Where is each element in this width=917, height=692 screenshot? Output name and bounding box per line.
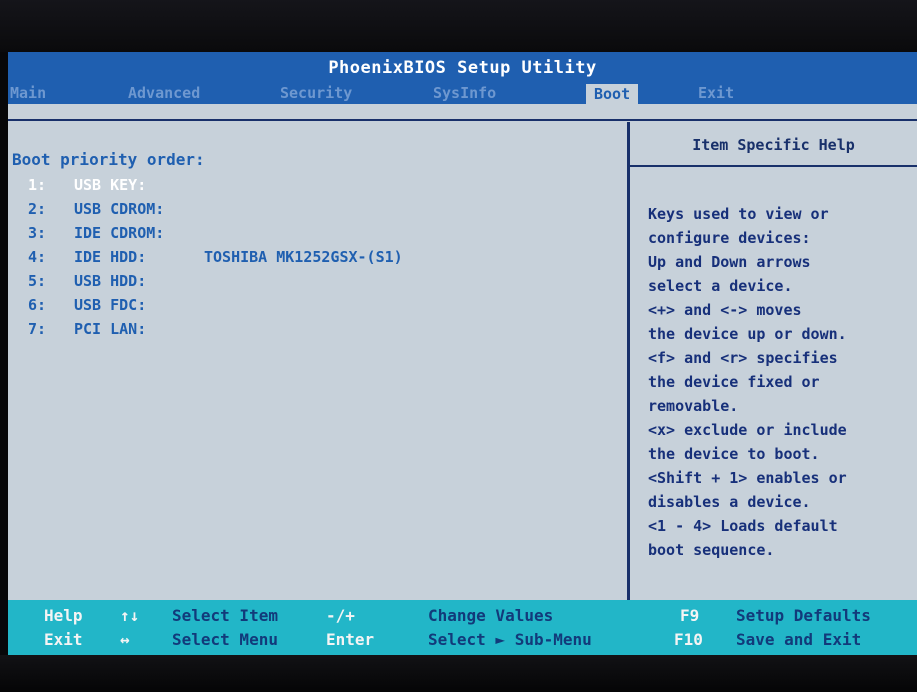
boot-item-pci-lan[interactable]: 7: PCI LAN: <box>28 320 204 344</box>
tab-security[interactable]: Security <box>280 84 352 102</box>
panel-divider <box>627 122 630 642</box>
minus-plus-key: -/+ <box>326 606 355 625</box>
up-down-arrows-icon: ↑↓ <box>120 606 140 625</box>
monitor-bezel-top <box>0 0 917 52</box>
boot-item-device: USB CDROM: <box>74 200 165 218</box>
boot-item-device: IDE HDD: <box>74 248 147 266</box>
boot-item-device: IDE CDROM: <box>74 224 165 242</box>
bios-screen: PhoenixBIOS Setup Utility Main Advanced … <box>8 52 917 655</box>
boot-item-ide-hdd[interactable]: 4: IDE HDD: TOSHIBA MK1252GSX-(S1) <box>28 248 403 272</box>
boot-item-usb-fdc[interactable]: 6: USB FDC: <box>28 296 204 320</box>
select-item-label: Select Item <box>172 606 278 625</box>
boot-item-number: 1: <box>28 176 47 194</box>
select-menu-label: Select Menu <box>172 630 278 649</box>
monitor-bezel-bottom <box>0 655 917 692</box>
f9-key: F9 <box>680 606 700 625</box>
save-exit-label: Save and Exit <box>736 630 862 649</box>
monitor-bezel-left <box>0 52 8 692</box>
select-submenu-label: Select ► Sub-Menu <box>428 630 592 649</box>
boot-item-number: 4: <box>28 248 47 266</box>
left-right-arrows-icon: ↔ <box>120 630 130 649</box>
boot-item-usb-key[interactable]: 1: USB KEY: <box>28 176 204 200</box>
help-text: Keys used to view or configure devices: … <box>648 205 847 559</box>
boot-item-detail: TOSHIBA MK1252GSX-(S1) <box>204 248 403 266</box>
tab-sysinfo[interactable]: SysInfo <box>433 84 496 102</box>
boot-item-number: 2: <box>28 200 47 218</box>
boot-item-device: USB KEY: <box>74 176 147 194</box>
key-legend-bar: Help Exit ↑↓ ↔ Select Item Select Menu -… <box>8 600 917 655</box>
tab-advanced[interactable]: Advanced <box>128 84 200 102</box>
help-separator <box>630 165 917 167</box>
tab-exit[interactable]: Exit <box>698 84 734 102</box>
boot-item-usb-cdrom[interactable]: 2: USB CDROM: <box>28 200 204 224</box>
boot-priority-heading: Boot priority order: <box>12 150 205 169</box>
tab-main[interactable]: Main <box>10 84 46 102</box>
tab-boot[interactable]: Boot <box>586 84 639 104</box>
title-bar: PhoenixBIOS Setup Utility <box>8 52 917 82</box>
boot-item-device: PCI LAN: <box>74 320 147 338</box>
exit-key: Exit <box>44 630 83 649</box>
boot-item-number: 5: <box>28 272 47 290</box>
f10-key: F10 <box>674 630 703 649</box>
frame-line <box>8 119 917 121</box>
enter-key: Enter <box>326 630 375 649</box>
boot-item-device: USB FDC: <box>74 296 147 314</box>
help-key: Help <box>44 606 83 625</box>
boot-item-number: 3: <box>28 224 47 242</box>
boot-item-device: USB HDD: <box>74 272 147 290</box>
boot-item-number: 6: <box>28 296 47 314</box>
boot-item-usb-hdd[interactable]: 5: USB HDD: <box>28 272 204 296</box>
setup-defaults-label: Setup Defaults <box>736 606 871 625</box>
boot-item-number: 7: <box>28 320 47 338</box>
app-title: PhoenixBIOS Setup Utility <box>328 58 597 78</box>
change-values-label: Change Values <box>428 606 554 625</box>
menu-tabs: Main Advanced Security SysInfo Boot Exit <box>8 82 917 104</box>
help-title: Item Specific Help <box>692 136 855 154</box>
boot-item-ide-cdrom[interactable]: 3: IDE CDROM: <box>28 224 204 248</box>
